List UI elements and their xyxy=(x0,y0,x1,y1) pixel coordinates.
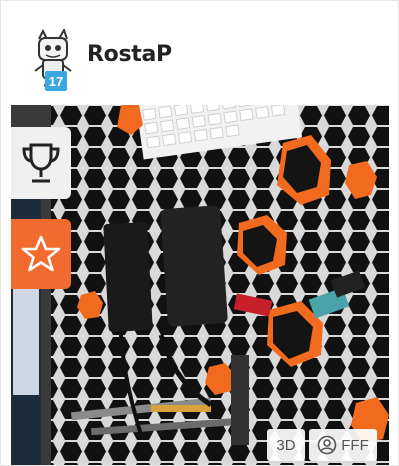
favorite-button[interactable] xyxy=(11,219,71,289)
material-label: FFF xyxy=(341,436,369,454)
username-link[interactable]: RostaP xyxy=(87,42,172,67)
trophy-icon xyxy=(22,143,60,183)
material-badge: FFF xyxy=(309,429,377,461)
card-header: 17 RostaP xyxy=(1,1,398,105)
user-circle-icon xyxy=(317,435,337,455)
user-level-badge: 17 xyxy=(45,71,67,91)
three-d-badge: 3D xyxy=(267,429,305,461)
trophy-button[interactable] xyxy=(11,127,71,199)
star-icon xyxy=(21,235,61,272)
model-card[interactable]: 17 RostaP 3D FFF xyxy=(0,0,399,466)
